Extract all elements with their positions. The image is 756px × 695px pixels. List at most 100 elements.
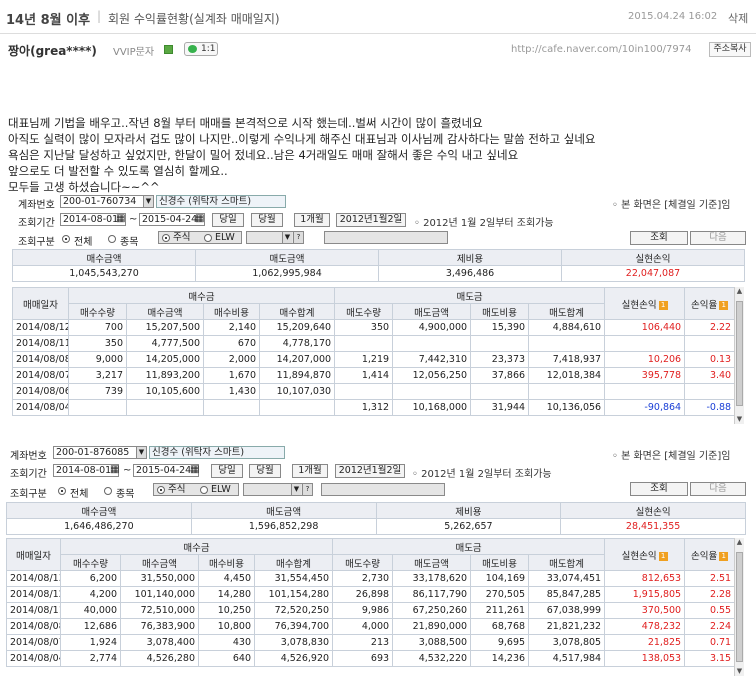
table-row[interactable]: 2014/08/04 1,312 10,168,000 31,944 10,136,05… xyxy=(12,399,736,416)
value-cell xyxy=(392,335,472,352)
calendar-icon[interactable]: ▦ xyxy=(116,213,125,224)
sub-header: 매수합계 xyxy=(258,303,336,320)
trade-journal-screenshot-2: 계좌번호 200-01-876085 ▼ 신경수 (위탁자 스마트) ◦ 본 화면… xyxy=(0,444,756,684)
value-cell: 213 xyxy=(332,634,394,651)
item-code-select[interactable]: ▼? xyxy=(243,483,313,496)
post-body: 대표님께 기법을 배우고..작년 8월 부터 매매를 본격적으로 시작 했는데.… xyxy=(8,115,595,195)
this-month-button[interactable]: 당월 xyxy=(249,464,281,478)
item-code-select[interactable]: ▼? xyxy=(246,231,304,244)
pl-cell: 812,653 xyxy=(604,570,686,587)
value-cell: 10,250 xyxy=(198,602,255,619)
value-cell xyxy=(126,399,204,416)
today-button[interactable]: 당일 xyxy=(211,464,243,478)
summary-value: 28,451,355 xyxy=(560,518,746,535)
today-button[interactable]: 당일 xyxy=(212,213,244,227)
scroll-up-icon[interactable]: ▲ xyxy=(735,287,744,296)
value-cell: 4,526,280 xyxy=(120,650,199,667)
header-separator: | xyxy=(97,9,102,23)
sub-header: 매수금액 xyxy=(120,554,199,571)
author-nickname[interactable]: 짱아(grea****) xyxy=(8,42,97,59)
query-button[interactable]: 조회 xyxy=(630,231,688,245)
copy-url-button[interactable]: 주소복사 xyxy=(709,42,751,57)
table-row[interactable]: 2014/08/11 40,000 72,510,000 10,250 72,520,2… xyxy=(6,602,736,619)
scroll-up-icon[interactable]: ▲ xyxy=(735,538,744,547)
value-cell: 10,136,056 xyxy=(528,399,606,416)
value-cell: 4,900,000 xyxy=(392,319,472,336)
next-button[interactable]: 다음 xyxy=(690,482,746,496)
summary-value: 5,262,657 xyxy=(375,518,562,535)
help-icon[interactable]: ? xyxy=(302,484,312,495)
table-row[interactable]: 2014/08/11 350 4,777,500 670 4,778,170 xyxy=(12,335,736,352)
table-row[interactable]: 2014/08/08 9,000 14,205,000 2,000 14,207,000… xyxy=(12,351,736,368)
one-month-button[interactable]: 1개월 xyxy=(294,213,330,227)
sort-badge-icon[interactable]: 1 xyxy=(719,551,729,561)
value-cell: 3,217 xyxy=(68,367,127,384)
sort-badge-icon[interactable]: 1 xyxy=(658,300,668,310)
this-month-button[interactable]: 당월 xyxy=(251,213,283,227)
help-icon[interactable]: ? xyxy=(293,232,303,243)
elw-radio[interactable] xyxy=(204,234,212,242)
value-cell: 14,207,000 xyxy=(258,351,336,368)
item-radio-label: 종목 xyxy=(120,237,139,248)
sub-header: 매도비용 xyxy=(470,303,530,320)
next-button[interactable]: 다음 xyxy=(690,231,746,245)
table-row[interactable]: 2014/08/06 739 10,105,600 1,430 10,107,030 xyxy=(12,383,736,400)
item-radio[interactable] xyxy=(104,487,112,495)
table-row[interactable]: 2014/08/08 12,686 76,383,900 10,800 76,394,7… xyxy=(6,618,736,635)
item-radio[interactable] xyxy=(108,235,116,243)
value-cell xyxy=(528,335,606,352)
table-row[interactable]: 2014/08/07 1,924 3,078,400 430 3,078,830 213 3… xyxy=(6,634,736,651)
scroll-thumb[interactable] xyxy=(736,552,743,662)
account-select[interactable]: 200-01-760734 ▼ xyxy=(60,195,154,208)
stock-radio[interactable] xyxy=(157,486,165,494)
col-rate-header: 손익율 1 xyxy=(684,538,736,571)
calendar-icon[interactable]: ▦ xyxy=(110,464,119,475)
query-button[interactable]: 조회 xyxy=(630,482,688,496)
table-row[interactable]: 2014/08/07 3,217 11,893,200 1,670 11,894,870… xyxy=(12,367,736,384)
calendar-icon[interactable]: ▦ xyxy=(190,464,199,475)
value-cell: 2,730 xyxy=(332,570,394,587)
table-row[interactable]: 2014/08/13 6,200 31,550,000 4,450 31,554,450… xyxy=(6,570,736,587)
sub-header: 매수비용 xyxy=(198,554,255,571)
table-scrollbar[interactable]: ▲ ▼ xyxy=(734,538,744,676)
value-cell: 1,414 xyxy=(334,367,394,384)
value-cell: 76,394,700 xyxy=(253,618,334,635)
summary-table: 매수금액 매도금액 제비용 실현손익 1,045,543,270 1,062,9… xyxy=(12,249,745,282)
col-date-header: 매매일자 xyxy=(6,538,61,571)
since-2012-button[interactable]: 2012년1월2일 xyxy=(336,213,406,227)
scroll-thumb[interactable] xyxy=(736,301,743,406)
all-radio[interactable] xyxy=(62,235,70,243)
table-row[interactable]: 2014/08/12 700 15,207,500 2,140 15,209,640 35… xyxy=(12,319,736,336)
sort-badge-icon[interactable]: 1 xyxy=(719,300,729,310)
table-row[interactable]: 2014/08/04 2,774 4,526,280 640 4,526,920 693 4… xyxy=(6,650,736,667)
col-rate-header: 손익율 1 xyxy=(684,287,736,320)
scroll-down-icon[interactable]: ▼ xyxy=(735,415,744,424)
one-month-button[interactable]: 1개월 xyxy=(292,464,328,478)
value-cell xyxy=(392,383,472,400)
sub-header: 매도비용 xyxy=(470,554,530,571)
rate-cell: 2.51 xyxy=(684,570,736,587)
post-category[interactable]: 14년 8월 이후 xyxy=(6,9,90,28)
value-cell: 1,430 xyxy=(203,383,260,400)
stock-radio[interactable] xyxy=(162,234,170,242)
post-header: 14년 8월 이후 | 회원 수익률현황(실계좌 매매일지) 2015.04.2… xyxy=(0,0,756,34)
elw-radio[interactable] xyxy=(200,486,208,494)
value-cell: 350 xyxy=(68,335,127,352)
table-row[interactable]: 2014/08/12 4,200 101,140,000 14,280 101,154,… xyxy=(6,586,736,603)
value-cell: 3,088,500 xyxy=(392,634,472,651)
account-select[interactable]: 200-01-876085 ▼ xyxy=(53,446,147,459)
table-scrollbar[interactable]: ▲ ▼ xyxy=(734,287,744,424)
rate-cell xyxy=(684,335,736,352)
summary-header: 매도금액 xyxy=(195,249,379,266)
calendar-icon[interactable]: ▦ xyxy=(195,213,204,224)
all-radio[interactable] xyxy=(58,487,66,495)
rate-cell: 2.24 xyxy=(684,618,736,635)
scroll-down-icon[interactable]: ▼ xyxy=(735,667,744,676)
value-cell: 72,520,250 xyxy=(253,602,334,619)
elw-radio-label: ELW xyxy=(215,232,235,243)
since-2012-button[interactable]: 2012년1월2일 xyxy=(335,464,405,478)
sort-badge-icon[interactable]: 1 xyxy=(658,551,668,561)
chat-button[interactable]: 1:1 xyxy=(184,42,218,56)
type-label: 조회구분 xyxy=(10,489,47,500)
delete-link[interactable]: 삭제 xyxy=(728,10,748,26)
